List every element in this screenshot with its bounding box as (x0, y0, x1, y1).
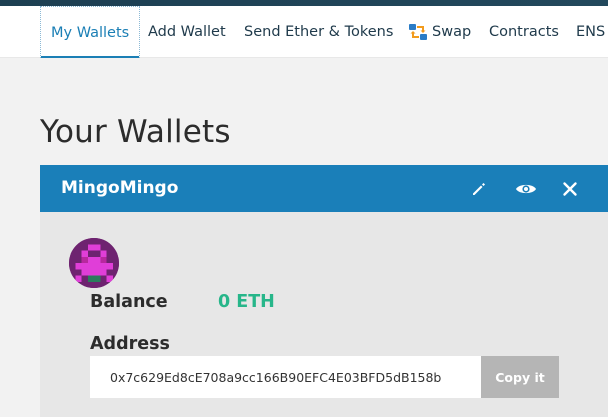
page-title: Your Wallets (40, 114, 231, 150)
balance-label: Balance (90, 292, 168, 312)
copy-button-label: Copy it (495, 369, 545, 385)
main-nav: My Wallets Add Wallet Send Ether & Token… (0, 6, 608, 58)
address-value: 0x7c629Ed8cE708a9cc166B90EFC4E03BFD5dB15… (110, 369, 442, 385)
nav-my-wallets[interactable]: My Wallets (40, 6, 141, 58)
nav-label: My Wallets (51, 24, 130, 41)
wallet-avatar (69, 238, 119, 288)
address-field[interactable]: 0x7c629Ed8cE708a9cc166B90EFC4E03BFD5dB15… (90, 356, 481, 398)
nav-swap[interactable]: Swap (408, 6, 471, 58)
edit-icon[interactable] (470, 180, 488, 198)
nav-label: Send Ether & Tokens (244, 24, 394, 40)
nav-label: ENS (576, 24, 606, 40)
wallet-name: MingoMingo (61, 178, 179, 198)
nav-label: Add Wallet (148, 24, 226, 40)
close-icon[interactable] (561, 180, 579, 198)
eye-icon[interactable] (515, 180, 537, 198)
nav-contracts[interactable]: Contracts (489, 6, 559, 58)
nav-add-wallet[interactable]: Add Wallet (148, 6, 226, 58)
balance-value: 0 ETH (218, 292, 275, 312)
wallet-card-header: MingoMingo (40, 165, 608, 212)
address-label: Address (90, 334, 170, 354)
nav-ens[interactable]: ENS (576, 6, 605, 58)
swap-icon (409, 24, 427, 40)
nav-label: Contracts (489, 24, 559, 40)
nav-label: Swap (432, 24, 472, 40)
wallet-card: MingoMingo Balance 0 ETH Address 0x7c629… (40, 165, 608, 417)
copy-address-button[interactable]: Copy it (481, 356, 559, 398)
nav-send-ether-tokens[interactable]: Send Ether & Tokens (244, 6, 393, 58)
